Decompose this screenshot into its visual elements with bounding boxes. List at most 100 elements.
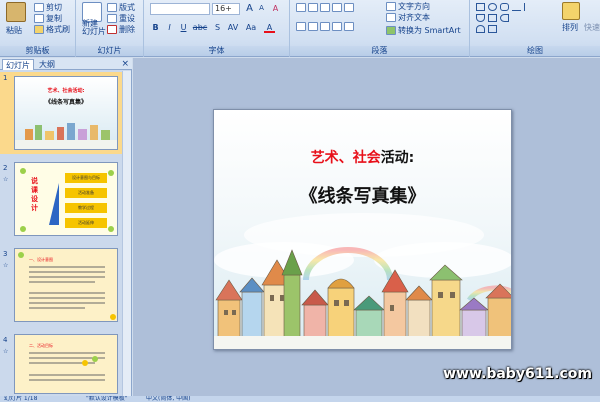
reset-button[interactable]: 重设 (107, 13, 135, 24)
ribbon: 粘贴 剪切 复制 格式刷 剪贴板 新建 幻灯片 版式 重设 删除 幻灯片 16+… (0, 0, 600, 57)
char-spacing-button[interactable]: AV (226, 22, 240, 33)
copy-icon (34, 14, 44, 23)
indent-decrease-icon (320, 3, 330, 12)
curve-shape-icon[interactable] (476, 25, 485, 33)
thumbnail-1-title: 艺术、社会活动: (47, 88, 85, 94)
animation-star-icon: ☆ (3, 176, 9, 183)
slide-thumbnail-row[interactable]: 4 ☆ 二、活动目标 (0, 334, 128, 402)
slide-thumbnail-1[interactable]: 艺术、社会活动: 《线条写真集》 (14, 76, 118, 150)
text-direction-button[interactable]: 文字方向 (386, 1, 430, 12)
quick-styles-button[interactable]: 快速 (584, 22, 600, 33)
new-slide-button[interactable]: 新建 幻灯片 (82, 20, 106, 36)
bold-button[interactable]: B (150, 22, 161, 33)
reset-icon (107, 14, 117, 23)
slide-number: 2 (3, 164, 8, 172)
line-shape-icon[interactable] (512, 3, 521, 11)
slide-thumbnail-row[interactable]: 1 艺术、社会活动: 《线条写真集》 (0, 72, 128, 154)
font-name-select[interactable] (150, 3, 210, 15)
slides-group-label: 幻灯片 (76, 46, 143, 56)
brace-shape-icon[interactable] (500, 14, 509, 22)
slides-panel: 幻灯片 大纲 × 1 艺术、社会活动: 《线条写真集》 2 ☆ 说课设计 设计意… (0, 58, 132, 396)
align-text-button[interactable]: 对齐文本 (386, 12, 430, 23)
triangle-shape-icon[interactable] (476, 14, 485, 22)
strikethrough-button[interactable]: abc (192, 22, 208, 33)
smartart-icon (386, 26, 396, 35)
oval-shape-icon[interactable] (488, 3, 497, 11)
slide-title-line2[interactable]: 《线条写真集》 (214, 182, 511, 208)
delete-label: 删除 (119, 25, 135, 34)
font-color-button[interactable]: A (264, 22, 275, 33)
slide-thumbnail-4[interactable]: 二、活动目标 (14, 334, 118, 394)
change-case-button[interactable]: Aa (244, 22, 258, 33)
delete-button[interactable]: 删除 (107, 24, 135, 35)
slide-title-line1[interactable]: 艺术、社会活动: (214, 147, 511, 167)
tab-slides[interactable]: 幻灯片 (2, 59, 34, 70)
justify-icon (332, 22, 342, 31)
star-shape-icon[interactable] (488, 14, 497, 22)
shadow-button[interactable]: S (212, 22, 223, 33)
clipboard-group: 粘贴 剪切 复制 格式刷 剪贴板 (0, 0, 76, 57)
thumbnail-scrollbar[interactable] (122, 71, 131, 396)
brush-icon (34, 25, 44, 34)
thumbnail-4-text-lines (29, 352, 105, 381)
slide-thumbnail-2[interactable]: 说课设计 设计意图与目标 活动准备 教学过程 活动延伸 (14, 162, 118, 236)
align-right-icon (320, 22, 330, 31)
slide-thumbnail-row[interactable]: 3 ☆ 一、设计意图 (0, 248, 128, 330)
slide-thumbnail-3[interactable]: 一、设计意图 (14, 248, 118, 322)
copy-button[interactable]: 复制 (34, 13, 62, 24)
paragraph-group-label: 段落 (290, 46, 469, 56)
rounded-rect-shape-icon[interactable] (500, 3, 509, 11)
grow-font-button[interactable]: A (244, 3, 255, 14)
layout-icon (107, 3, 117, 12)
cut-button[interactable]: 剪切 (34, 2, 62, 13)
slide-number: 4 (3, 336, 8, 344)
paste-button[interactable]: 粘贴 (6, 25, 22, 36)
watermark-text: www.baby611.com (443, 366, 592, 382)
status-page: 幻灯片 1/18 (4, 396, 38, 402)
quick-styles-label: 快速 (584, 23, 600, 32)
bullets-icon (296, 3, 306, 12)
slides-group: 新建 幻灯片 版式 重设 删除 幻灯片 (76, 0, 144, 57)
animation-star-icon: ☆ (3, 262, 9, 269)
title-part-3: 活动: (380, 150, 415, 166)
delete-icon (107, 25, 117, 34)
align-buttons[interactable] (296, 22, 356, 31)
bullets-button[interactable] (296, 3, 356, 12)
block-shape-icon[interactable] (488, 25, 497, 33)
title-part-1: 艺术、 (310, 150, 353, 166)
layout-button[interactable]: 版式 (107, 2, 135, 13)
numbering-icon (308, 3, 318, 12)
shrink-font-button[interactable]: A (256, 3, 267, 14)
title-part-2: 社会 (352, 150, 381, 166)
font-size-select[interactable]: 16+ (212, 3, 240, 15)
animation-star-icon: ☆ (3, 348, 9, 355)
font-group: 16+ A A A B I U abc S AV Aa A 字体 (144, 0, 290, 57)
format-painter-button[interactable]: 格式刷 (34, 24, 70, 35)
arrange-icon[interactable] (562, 2, 580, 20)
status-bar: 幻灯片 1/18 "默认设计模板" 中文(简体, 中国) (0, 396, 600, 402)
paste-icon[interactable] (6, 2, 26, 22)
arrow-shape-icon[interactable] (524, 3, 533, 11)
smartart-button[interactable]: 转换为 SmartArt (386, 25, 461, 36)
italic-button[interactable]: I (164, 22, 175, 33)
close-panel-icon[interactable]: × (121, 59, 129, 69)
slide-background-art (214, 110, 511, 349)
clear-format-button[interactable]: A (270, 3, 281, 14)
drawing-group: 排列 快速 绘图 (470, 0, 600, 57)
current-slide[interactable]: 艺术、社会活动: 《线条写真集》 (213, 109, 512, 350)
paragraph-group: 文字方向 对齐文本 转换为 SmartArt 段落 (290, 0, 470, 57)
slide-editor: 艺术、社会活动: 《线条写真集》 www.baby611.com (133, 58, 600, 396)
status-theme: "默认设计模板" (86, 396, 128, 402)
slide-thumbnail-row[interactable]: 2 ☆ 说课设计 设计意图与目标 活动准备 教学过程 活动延伸 (0, 162, 128, 244)
rectangle-shape-icon[interactable] (476, 3, 485, 11)
tab-outline[interactable]: 大纲 (36, 59, 58, 70)
arrange-button[interactable]: 排列 (562, 22, 578, 33)
panel-tabs: 幻灯片 大纲 × (0, 58, 132, 70)
clipboard-group-label: 剪贴板 (0, 46, 75, 56)
align-left-icon (296, 22, 306, 31)
status-language: 中文(简体, 中国) (146, 396, 191, 402)
align-text-icon (386, 13, 396, 22)
align-center-icon (308, 22, 318, 31)
columns-icon (344, 22, 354, 31)
underline-button[interactable]: U (178, 22, 189, 33)
